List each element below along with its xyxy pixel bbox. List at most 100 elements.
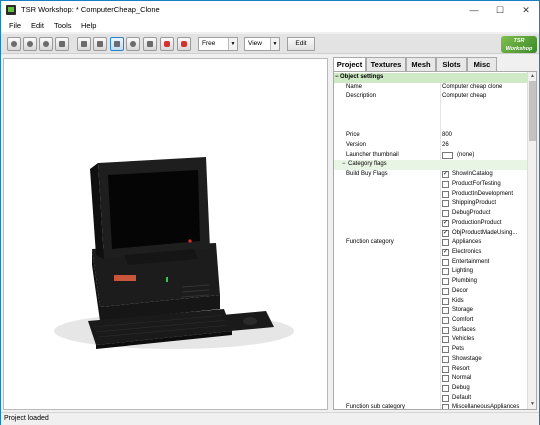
brand-plate [114, 275, 136, 281]
bones-icon [147, 41, 153, 47]
checkbox[interactable]: ✓ [442, 229, 449, 237]
checkbox-label: MiscellaneousAppliances [452, 404, 520, 410]
status-text: Project loaded [4, 415, 49, 422]
scroll-up-icon[interactable]: ▲ [528, 72, 536, 81]
paint-icon [181, 41, 187, 47]
collapse-toggle-icon[interactable]: − [342, 160, 346, 170]
tab-slots[interactable]: Slots [436, 57, 467, 71]
menu-tools[interactable]: Tools [54, 21, 72, 30]
checkbox[interactable] [442, 297, 449, 305]
function-category-row: Function category Appliances [334, 238, 527, 248]
build-buy-flag-row: ShippingProduct [334, 199, 527, 210]
view-mode-select[interactable]: View ▼ [244, 37, 280, 51]
menu-file[interactable]: File [9, 21, 21, 30]
view-sphere-1-button[interactable] [7, 37, 21, 51]
title-bar: TSR Workshop: * ComputerCheap_Clone — ☐ … [1, 1, 539, 19]
function-category-row: Debug [334, 384, 527, 394]
checkbox[interactable] [442, 239, 449, 247]
description-continuation-row [334, 102, 527, 112]
tab-project[interactable]: Project [333, 57, 366, 72]
checkbox[interactable] [442, 258, 449, 266]
checkbox[interactable] [442, 200, 449, 208]
checkbox[interactable] [442, 190, 449, 198]
tab-mesh[interactable]: Mesh [406, 57, 436, 71]
close-button[interactable]: ✕ [513, 1, 539, 19]
category-flags-header-label: Category flags [348, 161, 387, 168]
tab-misc[interactable]: Misc [467, 57, 497, 71]
property-label: Build Buy Flags [346, 171, 388, 178]
edit-button[interactable]: Edit [287, 37, 315, 51]
egg-button[interactable] [126, 37, 140, 51]
checkbox[interactable] [442, 336, 449, 344]
checkbox[interactable] [442, 346, 449, 354]
checkbox[interactable] [442, 287, 449, 295]
build-buy-flag-row: ✓ ProductionProduct [334, 218, 527, 229]
checkbox[interactable] [442, 268, 449, 276]
sphere-icon [27, 41, 33, 47]
menu-help[interactable]: Help [81, 21, 96, 30]
function-category-row: Lighting [334, 267, 527, 278]
checkbox[interactable]: ✓ [442, 219, 449, 227]
checkbox[interactable] [442, 210, 449, 218]
property-label: Version [346, 142, 367, 149]
grid-button[interactable] [77, 37, 91, 51]
minimize-button[interactable]: — [461, 1, 487, 19]
checkbox-label: ObjProductMadeUsing... [452, 229, 518, 236]
3d-viewport[interactable] [3, 58, 328, 410]
checkbox-label: ShowInCatalog [452, 171, 493, 178]
view-diamond-button[interactable] [55, 37, 69, 51]
scroll-down-icon[interactable]: ▼ [528, 400, 536, 409]
tab-textures[interactable]: Textures [366, 57, 406, 71]
property-value[interactable]: 26 [442, 141, 449, 151]
checkbox[interactable]: ✓ [442, 248, 449, 256]
checkbox-label: ProductInDevelopment [452, 190, 514, 197]
property-value[interactable]: Computer cheap [442, 92, 486, 102]
property-value[interactable]: 800 [442, 131, 452, 141]
texture-button[interactable] [93, 37, 107, 51]
function-category-row: Vehicles [334, 335, 527, 346]
checkbox-label: Surfaces [452, 326, 476, 333]
scrollbar-thumb[interactable] [529, 81, 536, 141]
object-settings-header: − Object settings [334, 73, 527, 83]
checkbox[interactable] [442, 355, 449, 363]
checkbox[interactable] [442, 278, 449, 286]
tsr-workshop-logo: TSR Workshop [501, 36, 537, 53]
paint-button[interactable] [177, 37, 191, 51]
checkbox-label: Entertainment [452, 258, 490, 265]
function-sub-category-row: Function sub category MiscellaneousApplia… [334, 403, 527, 410]
app-window: TSR Workshop: * ComputerCheap_Clone — ☐ … [0, 0, 540, 425]
launcher-thumbnail-row: Launcher thumbnail (none) [334, 150, 527, 161]
menu-edit[interactable]: Edit [31, 21, 44, 30]
camera-mode-select[interactable]: Free ▼ [198, 37, 238, 51]
checkbox[interactable] [442, 180, 449, 188]
maximize-button[interactable]: ☐ [487, 1, 513, 19]
checkbox[interactable] [442, 375, 449, 383]
checkbox[interactable] [442, 326, 449, 334]
view-mode-value: View [248, 40, 262, 47]
function-category-row: Plumbing [334, 277, 527, 287]
checkbox[interactable]: ✓ [442, 171, 449, 179]
checkbox[interactable] [442, 317, 449, 324]
property-label: Launcher thumbnail [346, 151, 399, 158]
checkbox-label: Electronics [452, 248, 482, 255]
checkbox[interactable] [442, 394, 449, 402]
sphere-icon [43, 41, 49, 47]
property-value[interactable]: Computer cheap clone [442, 83, 502, 93]
checkbox-label: Pets [452, 346, 465, 353]
property-label: Price [346, 132, 360, 139]
collapse-toggle-icon[interactable]: − [335, 73, 339, 83]
build-buy-flag-row: ✓ ObjProductMadeUsing... [334, 228, 527, 239]
bones-button[interactable] [143, 37, 157, 51]
view-sphere-2-button[interactable] [23, 37, 37, 51]
frame-view-button[interactable] [110, 37, 124, 51]
lips-button[interactable] [160, 37, 174, 51]
vertical-scrollbar[interactable]: ▲ ▼ [527, 72, 536, 409]
checkbox[interactable] [442, 385, 449, 393]
view-sphere-3-button[interactable] [39, 37, 53, 51]
checkbox[interactable] [442, 365, 449, 373]
checkbox[interactable] [442, 307, 449, 315]
function-category-row: Kids [334, 296, 527, 307]
thumbnail-color-swatch[interactable] [442, 151, 453, 159]
checkbox[interactable] [442, 404, 449, 409]
toolbar: Free ▼ View ▼ Edit TSR Workshop [1, 34, 539, 54]
